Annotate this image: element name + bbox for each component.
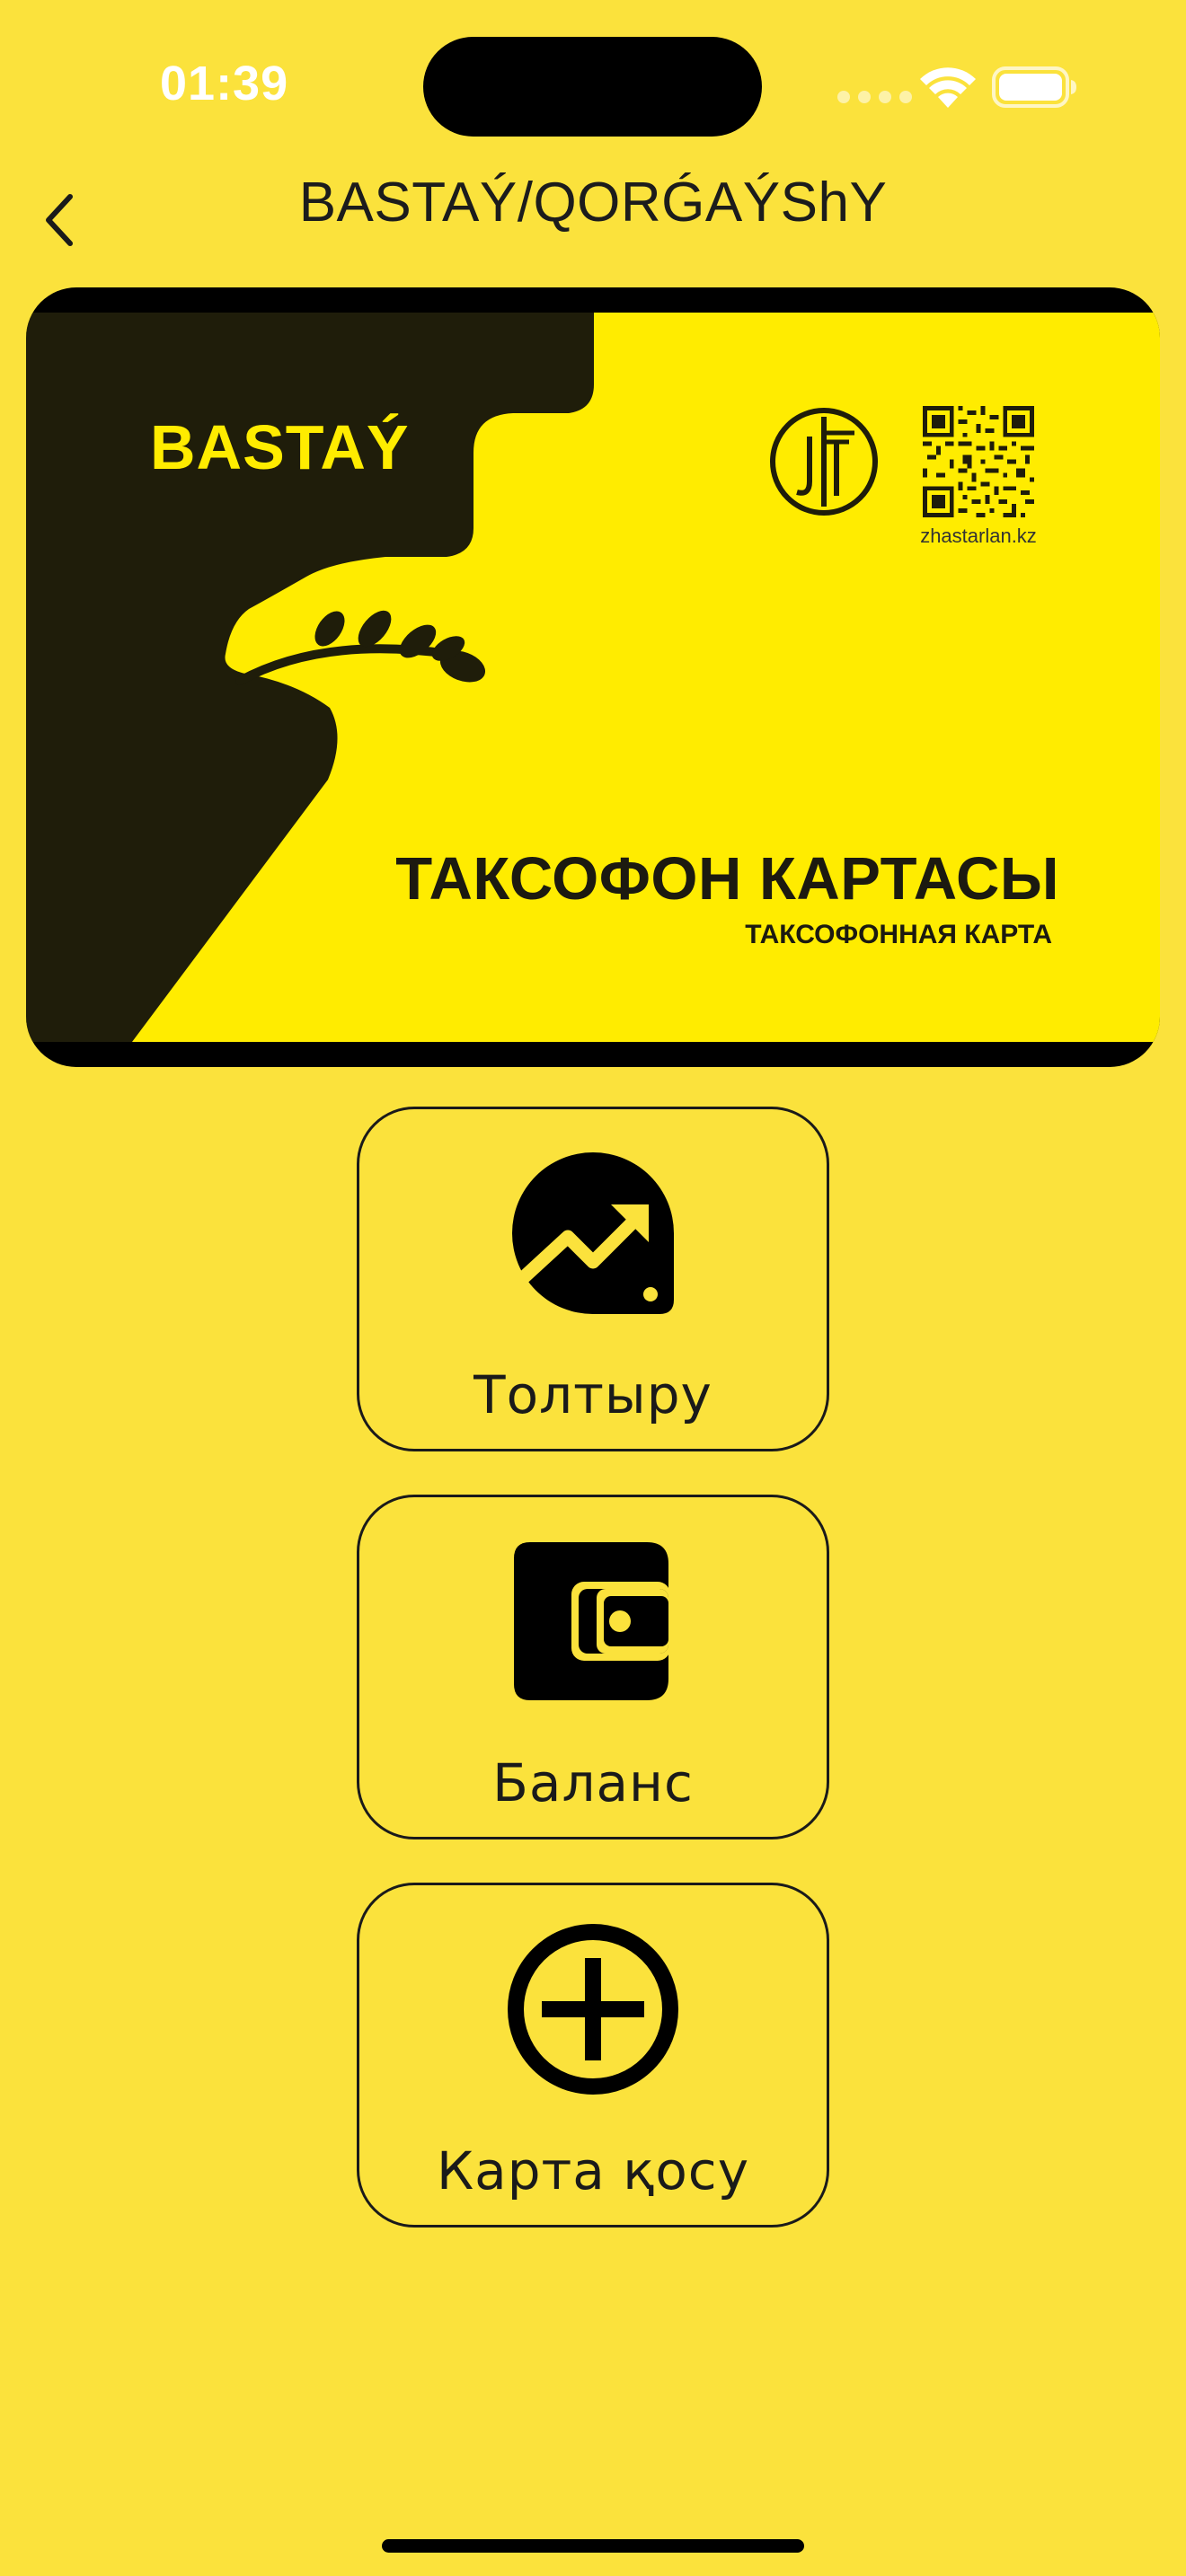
wallet-icon [514,1542,670,1700]
home-indicator[interactable] [382,2539,804,2553]
battery-icon [992,66,1076,108]
add-card-button[interactable]: Карта қосу [357,1883,829,2228]
qr-code-icon [923,406,1034,517]
plus-circle-icon [508,1924,678,2095]
card-website: zhastarlan.kz [920,525,1037,547]
jt-logo-icon [770,408,878,516]
add-card-label: Карта қосу [436,2140,750,2201]
wallet-trend-up-icon [512,1152,674,1314]
card-face: BASTAÝ zhastarlan.kz ТАКСОФОН КАРТАСЫ ТА… [26,313,1160,1042]
balance-label: Баланс [492,1752,694,1813]
dynamic-island [423,37,762,137]
top-up-button[interactable]: Толтыру [357,1107,829,1451]
cellular-signal-icon [837,91,912,103]
card-subtitle: ТАКСОФОННАЯ КАРТА [745,920,1052,949]
wifi-icon [920,67,976,108]
taxophone-card: BASTAÝ zhastarlan.kz ТАКСОФОН КАРТАСЫ ТА… [26,287,1160,1067]
status-time: 01:39 [160,57,289,110]
balance-button[interactable]: Баланс [357,1495,829,1839]
page-title: BASTAÝ/QORǴAÝShY [298,172,888,234]
top-up-label: Толтыру [474,1364,712,1425]
card-brand: BASTAÝ [150,412,410,482]
card-title: ТАКСОФОН КАРТАСЫ [395,845,1059,913]
